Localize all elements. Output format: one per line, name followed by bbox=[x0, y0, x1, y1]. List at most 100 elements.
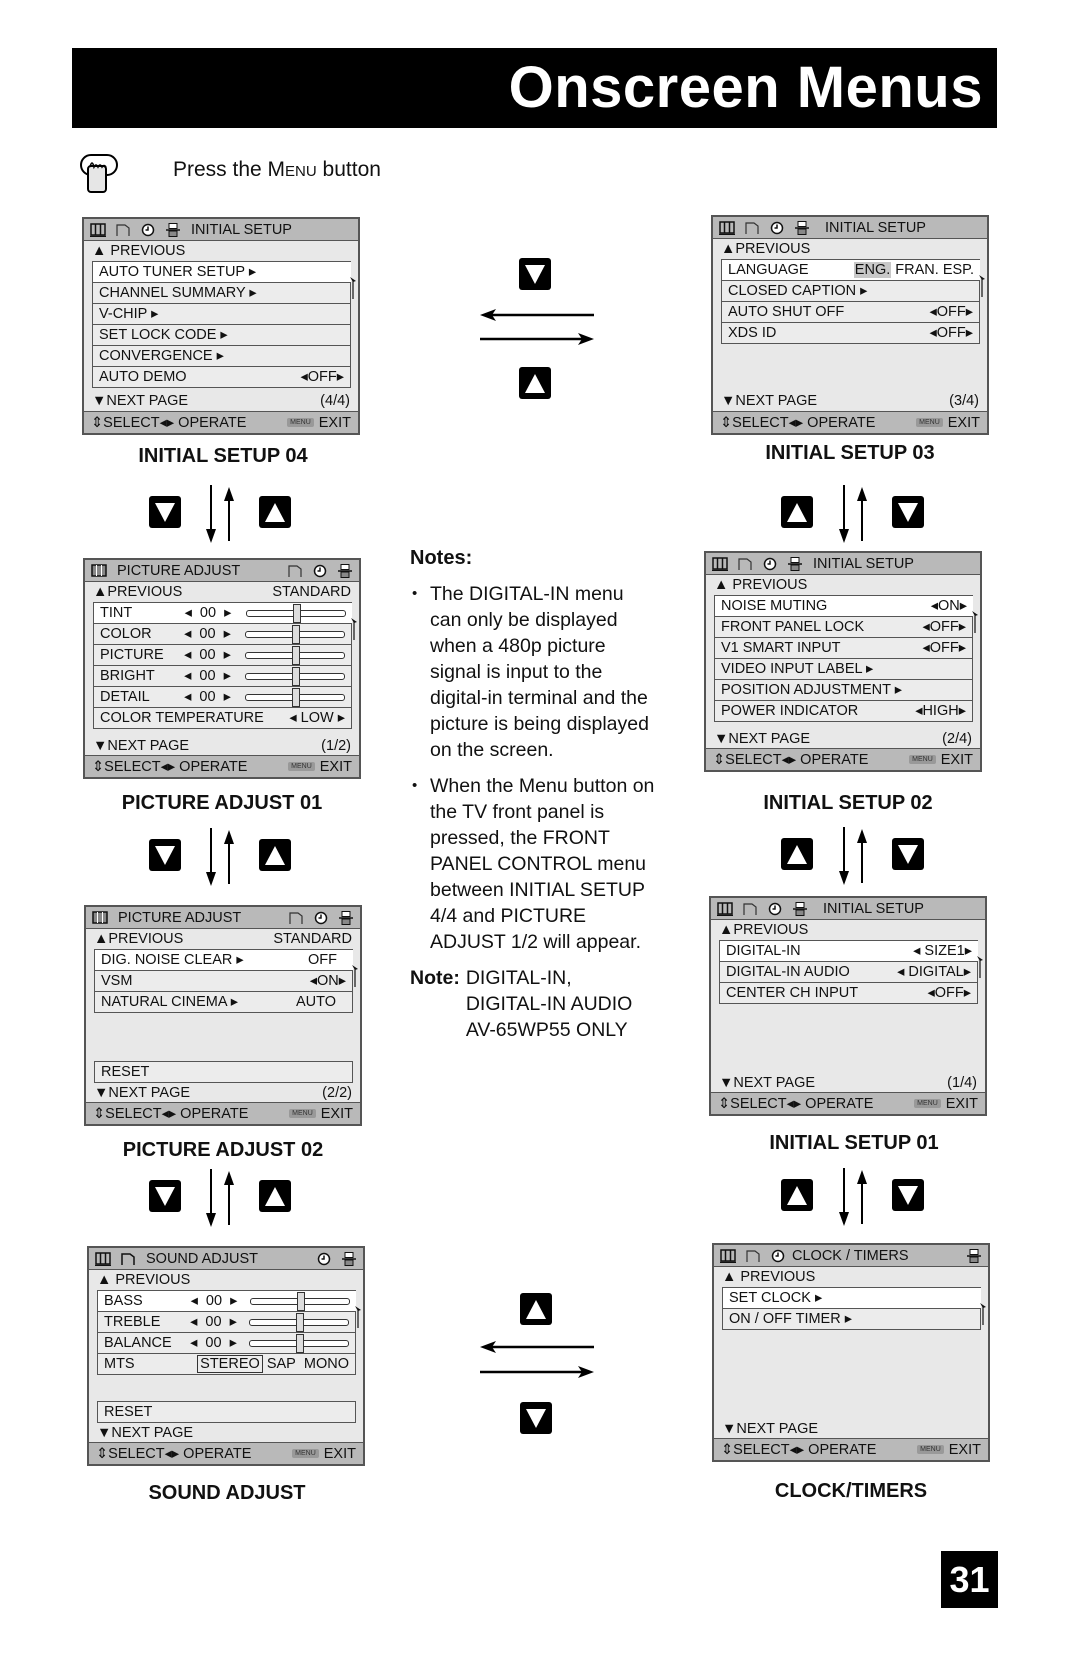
mts-item[interactable]: MTS STEREO SAP MONO bbox=[98, 1354, 356, 1375]
mts-option[interactable]: SAP bbox=[267, 1356, 296, 1372]
picture-tab-icon[interactable] bbox=[719, 220, 735, 235]
reset-button[interactable]: RESET bbox=[97, 1401, 356, 1423]
clock-tab-icon[interactable] bbox=[140, 223, 156, 237]
slider[interactable] bbox=[249, 1292, 350, 1311]
menu-item[interactable]: CHANNEL SUMMARY ▸ bbox=[93, 283, 351, 304]
previous-item[interactable]: ▲ PREVIOUS bbox=[714, 1267, 988, 1287]
menu-item[interactable]: V1 SMART INPUT ◂OFF▸ bbox=[715, 638, 973, 659]
osd-initial-setup-02: INITIAL SETUP ▲ PREVIOUS NOISE MUTING ◂ON… bbox=[704, 551, 982, 772]
slider[interactable] bbox=[248, 1313, 349, 1332]
picture-tab-icon[interactable] bbox=[92, 910, 108, 925]
slider[interactable] bbox=[248, 1334, 349, 1353]
menu-item[interactable]: FRONT PANEL LOCK ◂OFF▸ bbox=[715, 617, 973, 638]
language-item[interactable]: LANGUAGE ENG. FRAN. ESP. bbox=[722, 259, 980, 281]
sound-tab-icon[interactable] bbox=[745, 1249, 761, 1263]
next-page-item[interactable]: ▼NEXT PAGE (1/4) bbox=[711, 1073, 985, 1093]
slider-item[interactable]: TINT ◂ 00 ▸ bbox=[94, 602, 352, 624]
next-page-item[interactable]: ▼NEXT PAGE (2/4) bbox=[706, 729, 980, 749]
menu-item[interactable]: ON / OFF TIMER ▸ bbox=[723, 1309, 981, 1330]
picture-tab-icon[interactable] bbox=[717, 901, 733, 916]
clock-tab-icon[interactable] bbox=[316, 1252, 332, 1266]
menu-item[interactable]: AUTO DEMO ◂OFF▸ bbox=[93, 367, 351, 388]
setup-tab-icon[interactable] bbox=[337, 563, 353, 578]
menu-item[interactable]: SET CLOCK ▸ bbox=[723, 1287, 981, 1309]
reset-button[interactable]: RESET bbox=[94, 1061, 353, 1083]
sound-tab-icon[interactable] bbox=[120, 1252, 136, 1266]
picture-tab-icon[interactable] bbox=[90, 222, 106, 237]
menu-item[interactable]: CENTER CH INPUT ◂OFF▸ bbox=[720, 983, 978, 1004]
next-page-item[interactable]: ▼NEXT PAGE (3/4) bbox=[713, 391, 987, 411]
clock-tab-icon[interactable] bbox=[769, 221, 785, 235]
picture-tab-icon[interactable] bbox=[95, 1251, 111, 1266]
slider-item[interactable]: BALANCE ◂ 00 ▸ bbox=[98, 1333, 356, 1354]
slider-item[interactable]: BRIGHT ◂ 00 ▸ bbox=[94, 666, 352, 687]
sound-tab-icon[interactable] bbox=[287, 564, 303, 578]
menu-item[interactable]: NATURAL CINEMA ▸ AUTO bbox=[95, 992, 353, 1013]
menu-item[interactable]: CONVERGENCE ▸ bbox=[93, 346, 351, 367]
sound-tab-icon[interactable] bbox=[288, 911, 304, 925]
slider-item[interactable]: DETAIL ◂ 00 ▸ bbox=[94, 687, 352, 708]
menu-item[interactable]: COLOR TEMPERATURE ◂ LOW ▸ bbox=[94, 708, 352, 729]
sound-tab-icon[interactable] bbox=[115, 223, 131, 237]
clock-tab-icon[interactable] bbox=[313, 911, 329, 925]
slider-item[interactable]: COLOR ◂ 00 ▸ bbox=[94, 624, 352, 645]
osd-title-bar: INITIAL SETUP bbox=[84, 219, 358, 241]
picture-tab-icon[interactable] bbox=[720, 1248, 736, 1263]
setup-tab-icon[interactable] bbox=[966, 1248, 982, 1263]
next-page-item[interactable]: ▼NEXT PAGE bbox=[89, 1423, 363, 1443]
setup-tab-icon[interactable] bbox=[341, 1251, 357, 1266]
previous-item[interactable]: ▲PREVIOUS STANDARD bbox=[85, 582, 359, 602]
menu-item[interactable]: AUTO TUNER SETUP ▸ bbox=[93, 261, 351, 283]
clock-tab-icon[interactable] bbox=[762, 557, 778, 571]
slider[interactable] bbox=[244, 646, 345, 665]
sound-tab-icon[interactable] bbox=[742, 902, 758, 916]
menu-item[interactable]: VSM ◂ON▸ bbox=[95, 971, 353, 992]
down-key-icon bbox=[892, 838, 924, 870]
menu-item[interactable]: POSITION ADJUSTMENT ▸ bbox=[715, 680, 973, 701]
previous-item[interactable]: ▲ PREVIOUS bbox=[706, 575, 980, 595]
clock-tab-icon[interactable] bbox=[767, 902, 783, 916]
next-page-item[interactable]: ▼NEXT PAGE (4/4) bbox=[84, 391, 358, 411]
slider-item[interactable]: PICTURE ◂ 00 ▸ bbox=[94, 645, 352, 666]
menu-item[interactable]: POWER INDICATOR ◂HIGH▸ bbox=[715, 701, 973, 722]
previous-item[interactable]: ▲PREVIOUS STANDARD bbox=[86, 929, 360, 949]
setup-tab-icon[interactable] bbox=[792, 901, 808, 916]
menu-item[interactable]: XDS ID ◂OFF▸ bbox=[722, 323, 980, 344]
picture-tab-icon[interactable] bbox=[91, 563, 107, 578]
slider-item[interactable]: BASS ◂ 00 ▸ bbox=[98, 1290, 356, 1312]
previous-item[interactable]: ▲ PREVIOUS bbox=[89, 1270, 363, 1290]
slider[interactable] bbox=[244, 667, 345, 686]
setup-tab-icon[interactable] bbox=[165, 222, 181, 237]
menu-item[interactable]: DIGITAL-IN AUDIO ◂ DIGITAL▸ bbox=[720, 962, 978, 983]
menu-item[interactable]: SET LOCK CODE ▸ bbox=[93, 325, 351, 346]
mts-option-selected[interactable]: STEREO bbox=[197, 1355, 263, 1373]
previous-item[interactable]: ▲PREVIOUS bbox=[711, 920, 985, 940]
language-options[interactable]: ENG. FRAN. ESP. bbox=[853, 262, 974, 278]
menu-item[interactable]: NOISE MUTING ◂ON▸ bbox=[715, 595, 973, 617]
slider-item[interactable]: TREBLE ◂ 00 ▸ bbox=[98, 1312, 356, 1333]
menu-item[interactable]: CLOSED CAPTION ▸ bbox=[722, 281, 980, 302]
mts-option[interactable]: MONO bbox=[304, 1356, 349, 1372]
picture-tab-icon[interactable] bbox=[712, 556, 728, 571]
slider[interactable] bbox=[244, 625, 345, 644]
previous-item[interactable]: ▲PREVIOUS bbox=[713, 239, 987, 259]
setup-tab-icon[interactable] bbox=[794, 220, 810, 235]
language-option-selected: ENG. bbox=[853, 262, 892, 278]
next-page-item[interactable]: ▼NEXT PAGE (1/2) bbox=[85, 736, 359, 756]
setup-tab-icon[interactable] bbox=[787, 556, 803, 571]
menu-item[interactable]: VIDEO INPUT LABEL ▸ bbox=[715, 659, 973, 680]
sound-tab-icon[interactable] bbox=[744, 221, 760, 235]
menu-item[interactable]: DIGITAL-IN ◂ SIZE1▸ bbox=[720, 940, 978, 962]
slider[interactable] bbox=[244, 688, 345, 707]
previous-item[interactable]: ▲ PREVIOUS bbox=[84, 241, 358, 261]
setup-tab-icon[interactable] bbox=[338, 910, 354, 925]
sound-tab-icon[interactable] bbox=[737, 557, 753, 571]
clock-tab-icon[interactable] bbox=[770, 1249, 786, 1263]
menu-item[interactable]: V-CHIP ▸ bbox=[93, 304, 351, 325]
next-page-item[interactable]: ▼NEXT PAGE bbox=[714, 1419, 988, 1439]
menu-item[interactable]: AUTO SHUT OFF ◂OFF▸ bbox=[722, 302, 980, 323]
next-page-item[interactable]: ▼NEXT PAGE (2/2) bbox=[86, 1083, 360, 1103]
menu-item[interactable]: DIG. NOISE CLEAR ▸ OFF bbox=[95, 949, 353, 971]
clock-tab-icon[interactable] bbox=[312, 564, 328, 578]
slider[interactable] bbox=[245, 604, 346, 623]
